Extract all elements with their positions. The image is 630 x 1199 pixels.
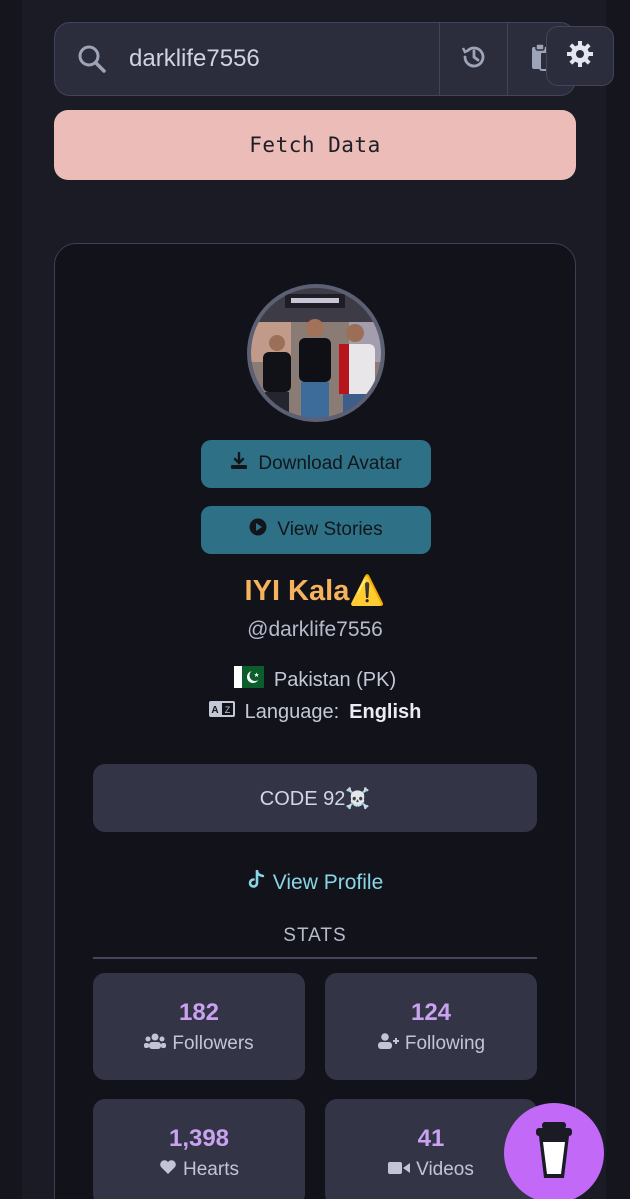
view-stories-label: View Stories <box>277 519 383 540</box>
play-icon <box>249 518 267 542</box>
svg-text:A: A <box>211 705 218 716</box>
heart-icon <box>159 1159 177 1181</box>
download-avatar-label: Download Avatar <box>258 453 402 474</box>
avatar[interactable] <box>247 284 385 422</box>
stat-following: 124 Following <box>325 973 537 1080</box>
bio-box: CODE 92☠️ <box>93 764 537 832</box>
pakistan-flag-icon <box>233 666 264 694</box>
left-edge <box>0 0 22 1199</box>
language-row: AZ Language: English <box>55 700 575 724</box>
stat-label: Following <box>377 1033 485 1055</box>
stat-value: 1,398 <box>168 1124 230 1152</box>
users-icon <box>144 1033 167 1055</box>
country-label: Pakistan (PK) <box>273 668 397 691</box>
stat-value: 182 <box>178 998 220 1026</box>
language-label: Language: <box>244 700 340 723</box>
download-icon <box>230 451 248 476</box>
right-edge <box>606 0 630 1199</box>
stat-label-text: Hearts <box>183 1158 239 1180</box>
fetch-data-button[interactable]: Fetch Data <box>54 110 576 180</box>
stats-title: STATS <box>283 925 347 946</box>
view-profile-link[interactable]: View Profile <box>55 869 575 896</box>
gear-icon <box>565 39 595 74</box>
stat-label-text: Following <box>404 1032 486 1054</box>
stat-hearts: 1,398 Hearts <box>93 1099 305 1199</box>
video-icon <box>388 1159 411 1181</box>
stat-label-text: Videos <box>416 1158 474 1180</box>
stat-followers: 182 Followers <box>93 973 305 1080</box>
download-avatar-button[interactable]: Download Avatar <box>201 440 431 488</box>
history-button[interactable] <box>439 23 507 95</box>
view-profile-label: View Profile <box>272 871 384 894</box>
history-icon <box>459 42 489 77</box>
stat-label-text: Followers <box>172 1032 254 1054</box>
stat-value: 124 <box>410 998 452 1026</box>
profile-card: Download Avatar View Stories IYI Kala⚠️ … <box>54 243 576 1199</box>
stats-divider <box>93 957 537 959</box>
buy-me-coffee-button[interactable] <box>504 1103 604 1199</box>
stat-value: 41 <box>417 1124 445 1152</box>
bio-text: CODE 92☠️ <box>259 787 371 810</box>
tiktok-icon <box>247 869 265 896</box>
language-value: English <box>349 700 422 723</box>
profile-handle: @darklife7556 <box>247 618 383 641</box>
search-input[interactable] <box>129 23 439 95</box>
coffee-cup-icon <box>532 1121 576 1185</box>
stat-label: Followers <box>144 1032 254 1055</box>
stat-label: Hearts <box>159 1159 239 1181</box>
search-icon <box>55 23 129 95</box>
stat-label: Videos <box>388 1159 474 1181</box>
svg-text:Z: Z <box>224 705 230 715</box>
view-stories-button[interactable]: View Stories <box>201 506 431 554</box>
profile-name: IYI Kala⚠️ <box>244 575 386 607</box>
user-plus-icon <box>377 1032 399 1055</box>
settings-button[interactable] <box>546 26 614 86</box>
translate-icon: AZ <box>208 700 235 724</box>
search-bar <box>54 22 576 96</box>
country-row: Pakistan (PK) <box>55 666 575 694</box>
